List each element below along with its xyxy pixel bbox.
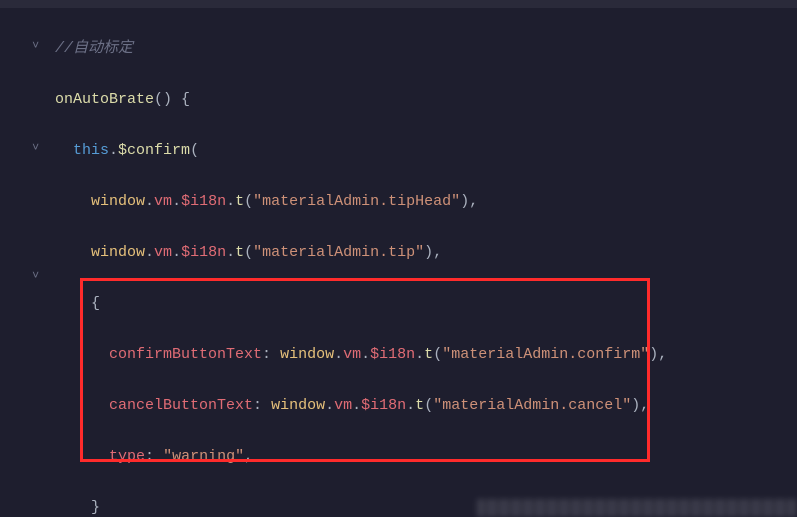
redacted-region — [477, 499, 797, 517]
search-count-text: 第 2 项，共 2 项 — [682, 0, 777, 3]
code-area[interactable]: //自动标定 onAutoBrate() { this.$confirm( wi… — [46, 8, 797, 517]
fold-toggle-icon[interactable]: ˅ — [32, 266, 39, 286]
fold-toggle-icon[interactable]: ˅ — [32, 138, 39, 158]
fold-toggle-icon[interactable]: ˅ — [32, 36, 39, 56]
search-match-text: getSetbrate — [20, 0, 93, 3]
gutter: ˅ ˅ ˅ — [0, 8, 46, 517]
code-comment: //自动标定 — [55, 40, 133, 57]
fn-name: onAutoBrate — [55, 91, 154, 108]
editor-top-strip: getSetbrate 第 2 项，共 2 项 — [0, 0, 797, 8]
